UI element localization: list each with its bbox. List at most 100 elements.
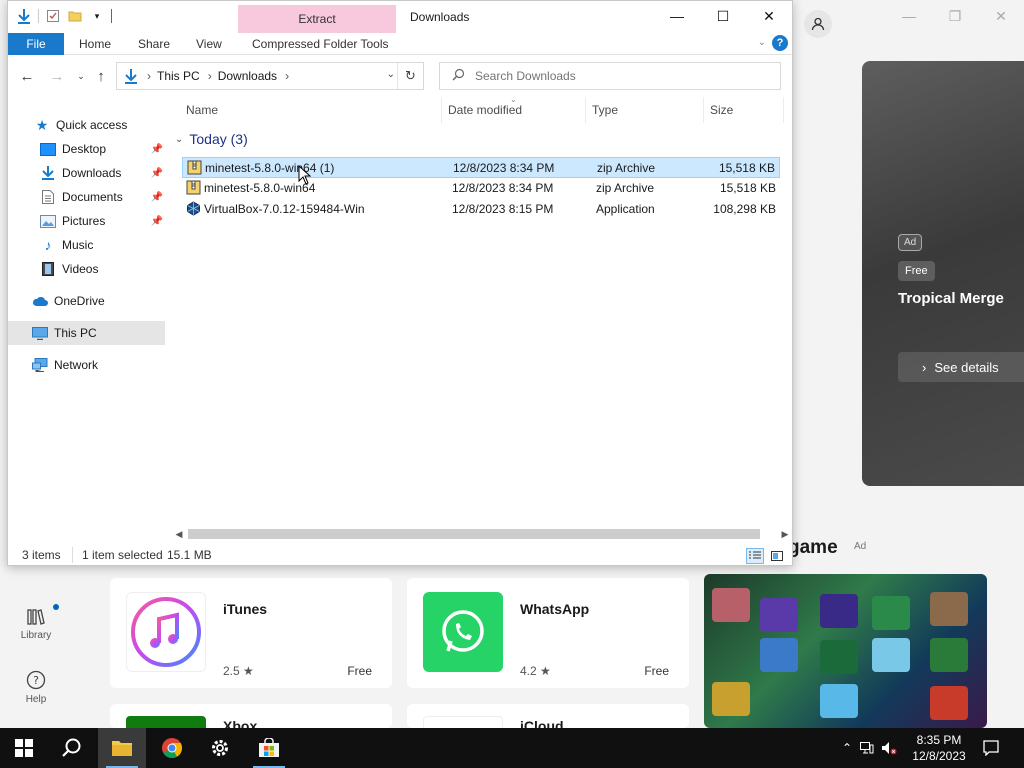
file-size: 15,518 KB xyxy=(718,161,775,175)
file-row[interactable]: minetest-5.8.0-win64 12/8/2023 8:34 PM z… xyxy=(182,178,780,199)
pin-icon[interactable]: 📌 xyxy=(151,144,163,155)
file-list: Name Date modified ⌄ Type Size ⌄ Today (… xyxy=(172,95,792,527)
help-icon[interactable]: ? xyxy=(772,35,788,51)
file-date: 12/8/2023 8:34 PM xyxy=(452,181,554,195)
address-dropdown-icon[interactable]: ⌄ xyxy=(387,69,395,80)
nav-library[interactable]: Library xyxy=(0,608,72,641)
file-explorer-window: ▾ Extract Downloads — ☐ ✕ File Home Shar… xyxy=(7,0,793,566)
search-icon xyxy=(452,68,465,84)
customize-qat-icon[interactable]: ▾ xyxy=(89,7,105,25)
app-card-xbox[interactable]: Xbox xyxy=(110,704,392,728)
nav-pictures[interactable]: Pictures 📌 xyxy=(8,209,165,233)
large-icons-view-icon[interactable] xyxy=(768,548,786,564)
new-folder-icon[interactable] xyxy=(67,7,83,25)
scroll-right-icon[interactable]: ▶ xyxy=(778,527,792,541)
breadcrumb-separator[interactable]: › xyxy=(208,69,212,83)
music-note-icon xyxy=(131,597,201,667)
recent-locations-icon[interactable]: ⌄ xyxy=(70,65,92,87)
network-tray-icon[interactable] xyxy=(856,742,878,754)
properties-icon[interactable] xyxy=(45,7,61,25)
account-avatar[interactable] xyxy=(804,10,832,38)
mouse-cursor-icon xyxy=(298,165,312,185)
app-card-icloud[interactable]: iCloud xyxy=(407,704,689,728)
horizontal-scrollbar[interactable]: ◀ ▶ xyxy=(172,527,792,541)
store-close-icon[interactable]: ✕ xyxy=(978,0,1024,32)
nav-documents[interactable]: Documents 📌 xyxy=(8,185,165,209)
expand-ribbon-icon[interactable]: ⌄ xyxy=(758,37,766,48)
tab-view[interactable]: View xyxy=(196,33,222,55)
app-card-itunes[interactable]: iTunes 2.5 ★ Free xyxy=(110,578,392,688)
system-clock[interactable]: 8:35 PM 12/8/2023 xyxy=(906,732,972,764)
file-type: Application xyxy=(596,202,655,216)
details-view-icon[interactable] xyxy=(746,548,764,564)
maximize-icon[interactable]: ☐ xyxy=(700,1,746,31)
breadcrumb-separator[interactable]: › xyxy=(285,69,289,83)
column-header-name[interactable]: Name xyxy=(180,97,442,123)
store-minimize-icon[interactable]: — xyxy=(886,0,932,32)
pin-icon[interactable]: 📌 xyxy=(151,216,163,227)
nav-desktop[interactable]: Desktop 📌 xyxy=(8,137,165,161)
section-ad-label: Ad xyxy=(854,541,867,552)
nav-help-label: Help xyxy=(25,694,47,705)
store-restore-icon[interactable]: ❐ xyxy=(932,0,978,32)
tab-file[interactable]: File xyxy=(8,33,64,55)
game-ad-banner[interactable] xyxy=(704,574,987,728)
tab-share[interactable]: Share xyxy=(138,33,170,55)
nav-music[interactable]: ♪ Music xyxy=(8,233,165,257)
taskbar-file-explorer[interactable] xyxy=(98,728,146,768)
app-card-whatsapp[interactable]: WhatsApp 4.2 ★ Free xyxy=(407,578,689,688)
taskbar-chrome[interactable] xyxy=(148,728,196,768)
breadcrumb-downloads[interactable]: Downloads xyxy=(218,69,277,83)
hero-banner[interactable]: Ad Free Tropical Merge › See details xyxy=(862,61,1024,486)
search-input[interactable] xyxy=(475,69,755,83)
quick-access-toolbar: ▾ xyxy=(16,7,112,25)
scroll-left-icon[interactable]: ◀ xyxy=(172,527,186,541)
virtualbox-app-icon xyxy=(187,201,200,216)
nav-videos[interactable]: Videos xyxy=(8,257,165,281)
computer-icon xyxy=(32,326,48,340)
search-box[interactable] xyxy=(439,62,781,90)
pin-icon[interactable]: 📌 xyxy=(151,192,163,203)
notification-icon xyxy=(983,740,999,756)
notifications-button[interactable] xyxy=(968,728,1014,768)
window-controls: — ☐ ✕ xyxy=(654,1,792,31)
scrollbar-thumb[interactable] xyxy=(188,529,760,539)
nav-onedrive[interactable]: OneDrive xyxy=(8,289,165,313)
show-hidden-icons-chevron-icon[interactable]: ⌃ xyxy=(838,741,856,755)
tab-compressed-folder-tools[interactable]: Compressed Folder Tools xyxy=(252,33,389,55)
search-button[interactable] xyxy=(48,728,96,768)
close-icon[interactable]: ✕ xyxy=(746,1,792,31)
forward-arrow-icon[interactable]: → xyxy=(46,65,68,87)
breadcrumb-separator[interactable]: › xyxy=(147,69,151,83)
file-row[interactable]: VirtualBox-7.0.12-159484-Win 12/8/2023 8… xyxy=(182,199,780,220)
pin-icon[interactable]: 📌 xyxy=(151,168,163,179)
folder-icon xyxy=(112,741,132,756)
nav-help[interactable]: ? Help xyxy=(0,670,72,705)
tab-extract[interactable]: Extract xyxy=(238,5,396,33)
minimize-icon[interactable]: — xyxy=(654,1,700,31)
download-arrow-icon[interactable] xyxy=(16,7,32,25)
group-header-today[interactable]: ⌄ Today (3) xyxy=(175,131,248,147)
column-header-type[interactable]: Type xyxy=(586,97,704,123)
clock-time: 8:35 PM xyxy=(916,733,962,747)
taskbar-microsoft-store[interactable] xyxy=(245,728,293,768)
nav-network[interactable]: Network xyxy=(8,353,165,377)
whatsapp-icon xyxy=(442,610,484,652)
start-button[interactable] xyxy=(0,728,48,768)
back-arrow-icon[interactable]: ← xyxy=(16,65,38,87)
slot-symbol xyxy=(930,592,968,626)
nav-quick-access[interactable]: ★ Quick access xyxy=(8,113,165,137)
nav-downloads[interactable]: Downloads 📌 xyxy=(8,161,165,185)
address-bar[interactable]: › This PC › Downloads › ⌄ ↻ xyxy=(116,62,424,90)
column-header-size[interactable]: Size xyxy=(704,97,784,123)
file-row[interactable]: minetest-5.8.0-win64 (1) 12/8/2023 8:34 … xyxy=(182,157,780,178)
nav-this-pc[interactable]: This PC xyxy=(8,321,165,345)
volume-muted-icon[interactable] xyxy=(878,741,900,755)
taskbar-settings[interactable] xyxy=(196,728,244,768)
refresh-icon[interactable]: ↻ xyxy=(397,63,423,89)
collapse-chevron-icon[interactable]: ⌄ xyxy=(175,134,183,145)
see-details-button[interactable]: › See details xyxy=(898,352,1024,382)
tab-home[interactable]: Home xyxy=(79,33,111,55)
breadcrumb-this-pc[interactable]: This PC xyxy=(157,69,200,83)
up-arrow-icon[interactable]: ↑ xyxy=(90,65,112,87)
